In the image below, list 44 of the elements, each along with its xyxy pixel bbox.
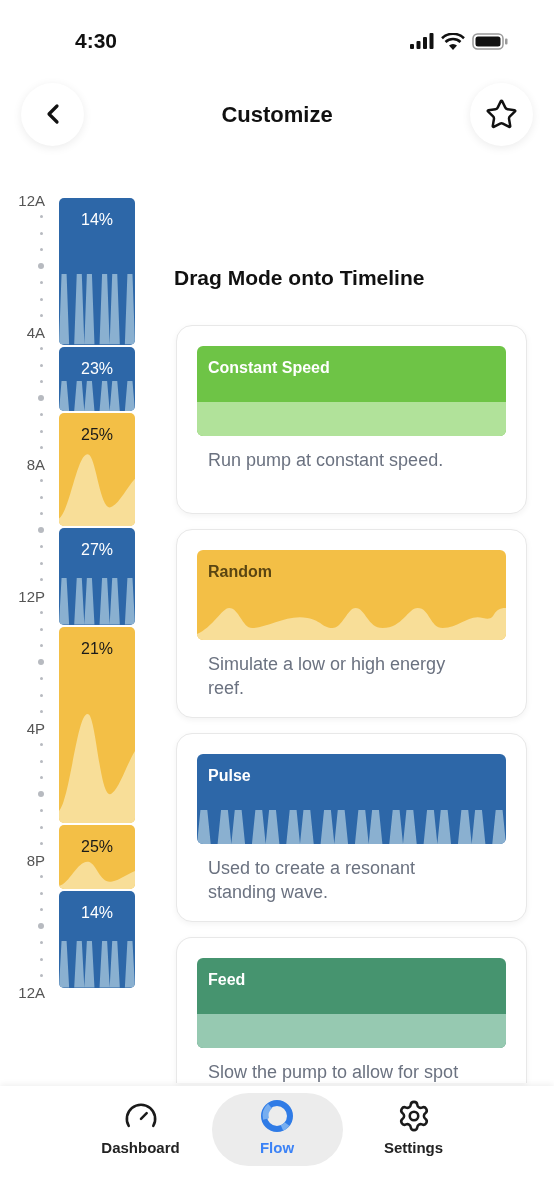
segment-percent: 25% bbox=[80, 837, 114, 857]
mode-description: Simulate a low or high energy reef. bbox=[208, 652, 447, 700]
tab-bar-item[interactable]: Flow bbox=[211, 1093, 343, 1166]
timeline-segment[interactable]: 23% bbox=[59, 346, 135, 411]
ring-icon bbox=[260, 1099, 294, 1134]
segment-percent: 23% bbox=[80, 358, 114, 379]
mode-card[interactable]: Constant Speed Run pump at constant speed. bbox=[176, 324, 527, 514]
tab-bar-item[interactable]: Dashboard bbox=[80, 1093, 201, 1166]
mode-card[interactable]: Random Simulate a low or high energy reef. bbox=[176, 528, 527, 718]
mode-description: Used to create a resonant standing wave. bbox=[208, 856, 417, 904]
tab-bar-item[interactable]: Settings bbox=[353, 1093, 474, 1166]
hour-label: 4P bbox=[26, 720, 46, 737]
hour-label: 12P bbox=[18, 588, 46, 605]
star-icon bbox=[485, 97, 518, 131]
segment-percent: 21% bbox=[80, 639, 114, 659]
timeline-segment[interactable]: 14% bbox=[59, 891, 135, 988]
mode-name: Random bbox=[207, 561, 273, 582]
section-heading: Drag Mode onto Timeline bbox=[174, 265, 426, 291]
timeline-segment[interactable]: 21% bbox=[59, 627, 135, 823]
battery-icon bbox=[472, 32, 508, 50]
hour-label: 8A bbox=[26, 456, 46, 473]
segment-percent: 25% bbox=[80, 424, 114, 445]
mode-card[interactable]: Pulse Used to create a resonant standing wave. bbox=[176, 732, 527, 922]
wifi-icon bbox=[441, 32, 465, 50]
timeline-segment[interactable]: 14% bbox=[59, 198, 135, 345]
status-time: 4:30 bbox=[75, 28, 118, 55]
page-title: Customize bbox=[221, 100, 333, 129]
mode-card[interactable]: Feed Slow the pump to allow for spot bbox=[176, 936, 527, 1083]
timeline-segment[interactable]: 25% bbox=[59, 825, 135, 889]
segment-percent: 27% bbox=[80, 540, 114, 560]
segment-percent: 14% bbox=[80, 903, 114, 923]
hour-label: 12A bbox=[18, 192, 46, 209]
segment-percent: 14% bbox=[80, 210, 114, 230]
mode-name: Pulse bbox=[207, 765, 252, 786]
timeline-segment[interactable]: 27% bbox=[59, 528, 135, 625]
signal-icon bbox=[410, 33, 434, 49]
hour-label: 4A bbox=[26, 324, 46, 341]
mode-name: Constant Speed bbox=[207, 357, 331, 378]
mode-description: Run pump at constant speed. bbox=[208, 448, 445, 472]
hour-label: 8P bbox=[26, 852, 46, 869]
mode-name: Feed bbox=[207, 969, 247, 990]
timeline-segment[interactable]: 25% bbox=[59, 412, 135, 526]
mode-description: Slow the pump to allow for spot bbox=[208, 1060, 460, 1083]
hour-label: 12A bbox=[18, 984, 46, 1001]
